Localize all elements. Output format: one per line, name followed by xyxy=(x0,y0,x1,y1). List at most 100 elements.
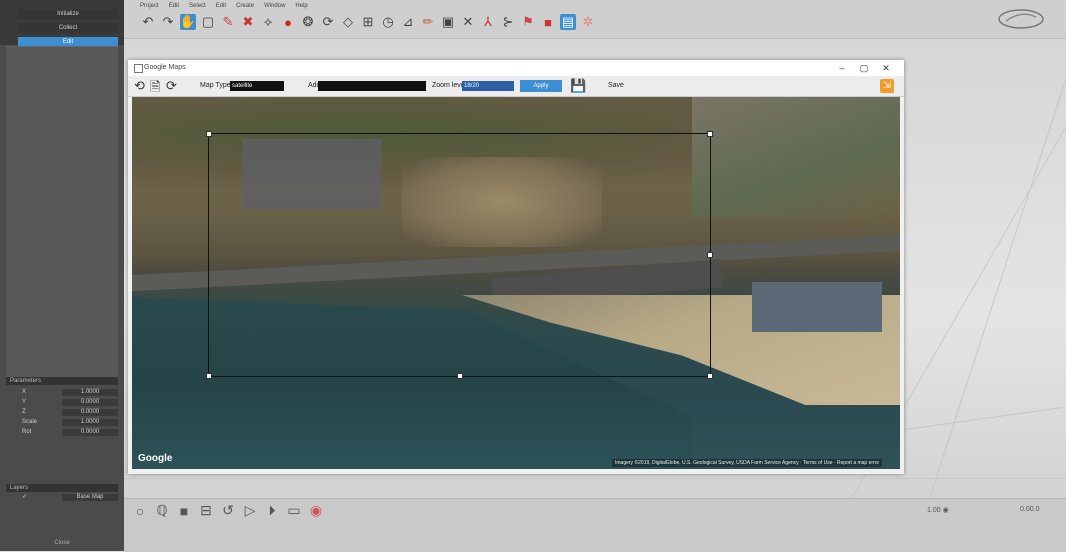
minimize-icon[interactable]: – xyxy=(832,62,852,74)
satellite-map[interactable]: Google Imagery ©2019, DigitalGlobe, U.S.… xyxy=(132,97,900,469)
parameters-section-header[interactable]: Parameters xyxy=(6,377,118,385)
map-type-label: Map Type xyxy=(200,82,231,89)
close-panel-button[interactable]: Close xyxy=(6,540,118,550)
param-key: X xyxy=(22,389,27,395)
object-list[interactable] xyxy=(6,46,118,377)
menu-project[interactable]: Project xyxy=(140,3,159,9)
note-icon[interactable]: ▭ xyxy=(286,502,302,519)
resize-handle[interactable] xyxy=(707,131,713,137)
menu-create[interactable]: Create xyxy=(236,3,254,9)
initialize-button[interactable]: Initialize xyxy=(18,9,118,19)
resize-handle[interactable] xyxy=(707,373,713,379)
camera-icon[interactable]: ◉ xyxy=(308,502,324,519)
bottom-tool-row: ○ ℚ ■ ⊟ ↺ ▷ ⏵ ▭ ◉ xyxy=(132,502,324,519)
zoom-level-select[interactable]: 18/20 xyxy=(462,81,514,91)
menu-select[interactable]: Select xyxy=(189,3,206,9)
refresh-icon[interactable]: ⟲ xyxy=(134,78,145,94)
steps-icon[interactable]: ⏵ xyxy=(264,502,280,519)
param-value[interactable]: 1.0000 xyxy=(62,419,118,426)
resize-handle[interactable] xyxy=(206,131,212,137)
layer-visible-check[interactable]: ✓ xyxy=(18,493,62,502)
left-panel: Initialize Collect Edit Parameters X 1.00… xyxy=(0,0,124,551)
param-row-x[interactable]: X 1.0000 xyxy=(18,388,118,397)
map-toolbar: ⟲ 🗎 ⟳ Map Type satellite Address Zoom le… xyxy=(128,76,904,97)
lasso-icon[interactable]: ⟡ xyxy=(260,14,276,30)
clock-icon[interactable]: ◷ xyxy=(380,14,396,30)
cross-icon[interactable]: ✕ xyxy=(460,14,476,30)
image-icon[interactable]: ⊟ xyxy=(198,502,214,519)
param-value[interactable]: 0.0000 xyxy=(62,409,118,416)
map-copyright[interactable]: Imagery ©2019, DigitalGlobe, U.S. Geolog… xyxy=(612,459,883,467)
apply-button[interactable]: Apply xyxy=(520,80,562,92)
layer-row[interactable]: ✓ Base Map xyxy=(18,493,118,502)
town-area xyxy=(692,97,900,217)
loop-icon[interactable]: ↺ xyxy=(220,502,236,519)
x-pin-icon[interactable]: ✖ xyxy=(240,14,256,30)
stop-icon[interactable]: ■ xyxy=(176,503,192,519)
flag-icon[interactable]: ⚑ xyxy=(520,14,536,30)
menu-window[interactable]: Window xyxy=(264,3,285,9)
layer-name[interactable]: Base Map xyxy=(62,494,118,501)
selection-rectangle[interactable] xyxy=(206,131,713,379)
menu-edit[interactable]: Edit xyxy=(169,3,179,9)
resize-handle[interactable] xyxy=(457,373,463,379)
window-titlebar[interactable]: Google Maps – ▢ ✕ xyxy=(128,60,904,76)
param-row-scale[interactable]: Scale 1.0000 xyxy=(18,418,118,427)
tool-row: ↶ ↷ ✋ ▢ ✎ ✖ ⟡ ● ❂ ⟳ ◇ ⊞ ◷ ⊿ ✏ ▣ ✕ ⅄ ⊱ ⚑ … xyxy=(140,14,596,30)
play-icon[interactable]: ▷ xyxy=(242,502,258,519)
layers-section-header[interactable]: Layers xyxy=(6,484,118,492)
param-value[interactable]: 0.0000 xyxy=(62,429,118,436)
sphere-icon[interactable]: ❂ xyxy=(300,14,316,30)
google-logo: Google xyxy=(138,453,173,464)
hand-icon[interactable]: ✋ xyxy=(180,14,196,30)
grid-icon[interactable]: ⊞ xyxy=(360,14,376,30)
square-icon[interactable]: ▣ xyxy=(440,14,456,30)
param-value[interactable]: 1.0000 xyxy=(62,389,118,396)
pencil-icon[interactable]: ✏ xyxy=(420,14,436,30)
param-row-z[interactable]: Z 0.0000 xyxy=(18,408,118,417)
window-title: Google Maps xyxy=(144,64,186,71)
maximize-icon[interactable]: ▢ xyxy=(854,62,874,74)
menu-help[interactable]: Help xyxy=(295,3,307,9)
zoom-indicator[interactable]: 1.00 ◉ xyxy=(927,506,949,514)
app-logo-icon xyxy=(998,9,1044,29)
close-icon[interactable]: ✕ xyxy=(876,62,896,74)
settings-icon[interactable]: ✲ xyxy=(580,14,596,30)
param-row-rot[interactable]: Rot 0.0000 xyxy=(18,428,118,437)
rotate-icon[interactable]: ⟳ xyxy=(320,14,336,30)
measure-icon[interactable]: ⊿ xyxy=(400,14,416,30)
brush-icon[interactable]: ✎ xyxy=(220,14,236,30)
param-value[interactable]: 0.0000 xyxy=(62,399,118,406)
save-icon[interactable]: 💾 xyxy=(570,78,586,94)
select-box-icon[interactable]: ▢ xyxy=(200,14,216,30)
paint-icon[interactable]: ● xyxy=(280,14,296,30)
tree-icon[interactable]: ⊱ xyxy=(500,14,516,30)
map-type-select[interactable]: satellite xyxy=(230,81,284,91)
address-input[interactable] xyxy=(318,81,426,91)
resize-handle[interactable] xyxy=(206,373,212,379)
lightbulb-icon[interactable]: ℚ xyxy=(154,502,170,519)
save-label[interactable]: Save xyxy=(608,82,624,89)
layers-icon[interactable]: ▤ xyxy=(560,14,576,30)
reload-icon[interactable]: ⟳ xyxy=(166,78,177,94)
menu-edit-2[interactable]: Edit xyxy=(216,3,226,9)
undo-icon[interactable]: ↶ xyxy=(140,14,156,30)
coordinate-readout: 0.00.0 xyxy=(1020,506,1040,513)
param-key: Scale xyxy=(22,419,38,425)
param-key: Rot xyxy=(22,429,32,435)
window-app-icon xyxy=(134,64,143,73)
circle-icon[interactable]: ○ xyxy=(132,503,148,519)
diamond-icon[interactable]: ◇ xyxy=(340,14,356,30)
building-block xyxy=(752,282,882,332)
resize-handle[interactable] xyxy=(707,252,713,258)
param-key: Y xyxy=(22,399,27,405)
collect-button[interactable]: Collect xyxy=(18,23,118,33)
axis-icon[interactable]: ⅄ xyxy=(480,14,496,30)
menu-bar: Project Edit Select Edit Create Window H… xyxy=(140,3,308,9)
export-icon[interactable]: ⇲ xyxy=(880,79,894,93)
google-maps-window[interactable]: Google Maps – ▢ ✕ ⟲ 🗎 ⟳ Map Type satelli… xyxy=(128,60,904,474)
cube-icon[interactable]: ■ xyxy=(540,14,556,30)
param-key: Z xyxy=(22,409,26,415)
param-row-y[interactable]: Y 0.0000 xyxy=(18,398,118,407)
redo-icon[interactable]: ↷ xyxy=(160,14,176,30)
